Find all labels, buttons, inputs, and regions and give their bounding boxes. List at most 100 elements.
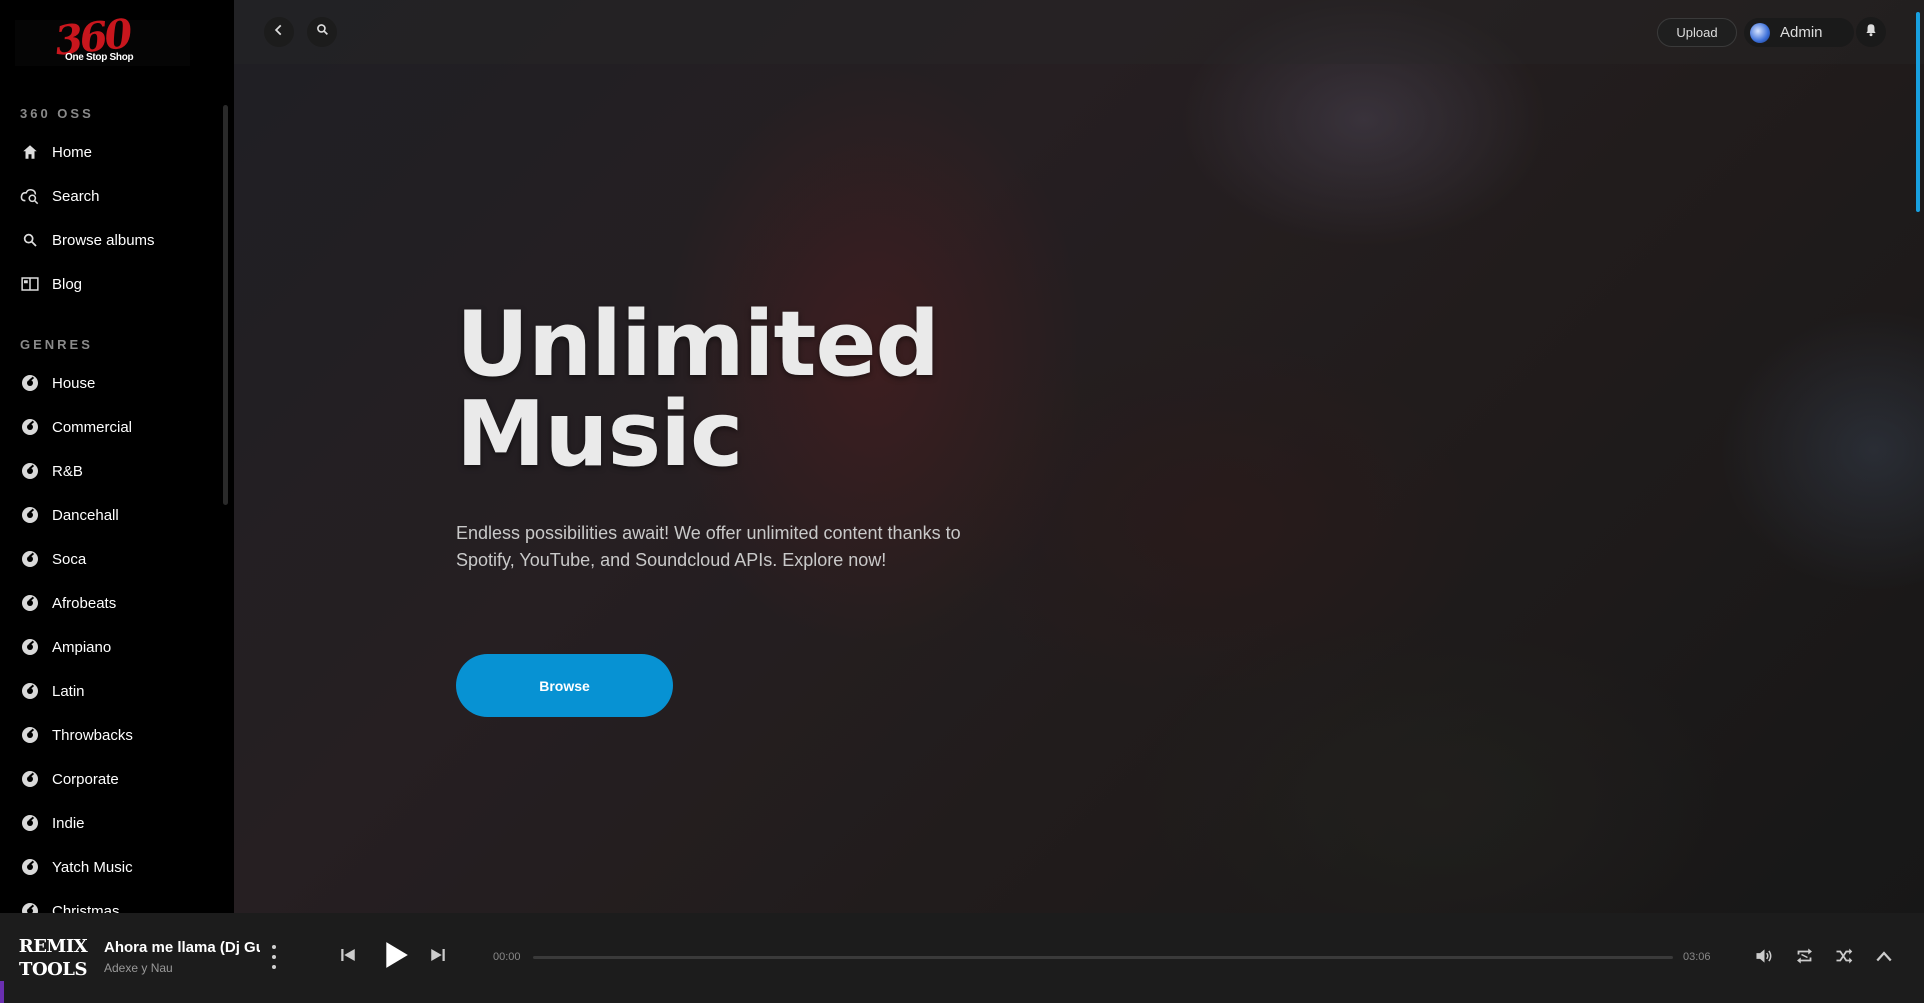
time-current: 00:00 xyxy=(493,951,521,963)
notifications-button[interactable] xyxy=(1856,17,1886,47)
cover-text-line1: REMIX xyxy=(18,936,88,957)
expand-button[interactable] xyxy=(1872,946,1896,970)
cover-text-line2: TOOLS xyxy=(19,959,87,980)
genre-label: Throwbacks xyxy=(52,726,133,744)
upload-button[interactable]: Upload xyxy=(1657,18,1737,47)
sidebar-genre-throwbacks[interactable]: Throwbacks xyxy=(20,720,133,750)
genre-label: Latin xyxy=(52,682,85,700)
search-icon xyxy=(20,230,40,250)
search-button[interactable] xyxy=(307,17,337,47)
genre-label: Indie xyxy=(52,814,85,832)
chevron-up-icon xyxy=(1875,949,1893,968)
progress-bar[interactable] xyxy=(533,956,1673,959)
sidebar-item-search[interactable]: Search xyxy=(20,181,100,211)
disc-icon xyxy=(20,681,40,701)
sidebar-genre-ampiano[interactable]: Ampiano xyxy=(20,632,111,662)
repeat-icon xyxy=(1795,947,1814,970)
play-button[interactable] xyxy=(380,941,412,973)
sidebar: 360 One Stop Shop 360 OSS Home Search Br… xyxy=(0,0,234,913)
disc-icon xyxy=(20,725,40,745)
genre-label: Afrobeats xyxy=(52,594,117,612)
sidebar-item-label: Browse albums xyxy=(52,231,155,249)
skip-previous-icon xyxy=(339,946,357,969)
hero-title-line2: Music xyxy=(456,382,743,487)
main-scrollbar[interactable] xyxy=(1916,12,1920,212)
more-dots-icon xyxy=(272,945,276,949)
home-icon xyxy=(20,142,40,162)
track-more-button[interactable] xyxy=(268,945,280,969)
browse-button[interactable]: Browse xyxy=(456,654,673,717)
disc-icon xyxy=(20,637,40,657)
disc-icon xyxy=(20,549,40,569)
genre-label: Yatch Music xyxy=(52,858,133,876)
sidebar-genre-latin[interactable]: Latin xyxy=(20,676,85,706)
back-button[interactable] xyxy=(264,17,294,47)
hero-content: Unlimited Music Endless possibilities aw… xyxy=(456,300,1016,717)
bell-icon xyxy=(1864,22,1878,42)
sidebar-genre-christmas[interactable]: Christmas xyxy=(20,896,120,913)
disc-icon xyxy=(20,813,40,833)
disc-icon xyxy=(20,373,40,393)
hero-subtitle: Endless possibilities await! We offer un… xyxy=(456,523,961,570)
avatar xyxy=(1750,22,1770,43)
disc-icon xyxy=(20,901,40,913)
sidebar-item-label: Search xyxy=(52,187,100,205)
sidebar-genre-dancehall[interactable]: Dancehall xyxy=(20,500,119,530)
sidebar-item-browse-albums[interactable]: Browse albums xyxy=(20,225,155,255)
genre-label: Corporate xyxy=(52,770,119,788)
time-total: 03:06 xyxy=(1683,951,1711,963)
section-title-genres: GENRES xyxy=(20,337,93,352)
disc-icon xyxy=(20,769,40,789)
player-edge-accent xyxy=(0,981,4,1003)
shuffle-button[interactable] xyxy=(1832,946,1856,970)
section-title-main: 360 OSS xyxy=(20,106,94,121)
disc-icon xyxy=(20,593,40,613)
chevron-left-icon xyxy=(272,23,286,42)
sidebar-item-blog[interactable]: Blog xyxy=(20,269,82,299)
genre-label: Soca xyxy=(52,550,87,568)
sidebar-item-label: Home xyxy=(52,143,93,161)
volume-icon xyxy=(1755,947,1774,970)
track-title[interactable]: Ahora me llama (Dj Gu xyxy=(104,939,260,956)
genre-label: R&B xyxy=(52,462,83,480)
hero-title-line1: Unlimited xyxy=(456,292,940,397)
disc-icon xyxy=(20,461,40,481)
next-button[interactable] xyxy=(426,945,450,969)
search-icon xyxy=(316,23,329,41)
sidebar-item-home[interactable]: Home xyxy=(20,137,92,167)
sidebar-genre-indie[interactable]: Indie xyxy=(20,808,85,838)
genre-label: Christmas xyxy=(52,902,120,914)
sidebar-item-label: Blog xyxy=(52,275,83,293)
sidebar-genre-yatch-music[interactable]: Yatch Music xyxy=(20,852,133,882)
repeat-button[interactable] xyxy=(1792,946,1816,970)
skip-next-icon xyxy=(429,946,447,969)
hero-title: Unlimited Music xyxy=(456,300,1016,480)
user-menu-button[interactable]: Admin xyxy=(1744,18,1854,47)
logo-tagline: One Stop Shop xyxy=(65,52,134,63)
sidebar-genre-rnb[interactable]: R&B xyxy=(20,456,83,486)
player-bar: REMIX TOOLS Ahora me llama (Dj Gu Adexe … xyxy=(0,913,1924,1003)
genre-label: Commercial xyxy=(52,418,133,436)
volume-button[interactable] xyxy=(1752,946,1776,970)
disc-icon xyxy=(20,857,40,877)
sidebar-genre-corporate[interactable]: Corporate xyxy=(20,764,119,794)
shuffle-icon xyxy=(1835,947,1853,970)
cloud-search-icon xyxy=(20,186,40,206)
sidebar-genre-commercial[interactable]: Commercial xyxy=(20,412,132,442)
user-name: Admin xyxy=(1780,24,1823,41)
sidebar-genre-soca[interactable]: Soca xyxy=(20,544,86,574)
disc-icon xyxy=(20,505,40,525)
track-artist[interactable]: Adexe y Nau xyxy=(104,961,173,975)
sidebar-genre-house[interactable]: House xyxy=(20,368,95,398)
play-icon xyxy=(383,941,409,974)
genre-label: Ampiano xyxy=(52,638,112,656)
genre-label: Dancehall xyxy=(52,506,119,524)
hero-section: Upload Admin Unlimited Music Endless pos… xyxy=(234,0,1924,913)
sidebar-scrollbar[interactable] xyxy=(223,105,228,505)
previous-button[interactable] xyxy=(336,945,360,969)
album-cover[interactable]: REMIX TOOLS xyxy=(18,927,88,989)
sidebar-genre-afrobeats[interactable]: Afrobeats xyxy=(20,588,116,618)
genre-label: House xyxy=(52,374,96,392)
blog-icon xyxy=(20,274,40,294)
logo[interactable]: 360 One Stop Shop xyxy=(15,10,190,66)
